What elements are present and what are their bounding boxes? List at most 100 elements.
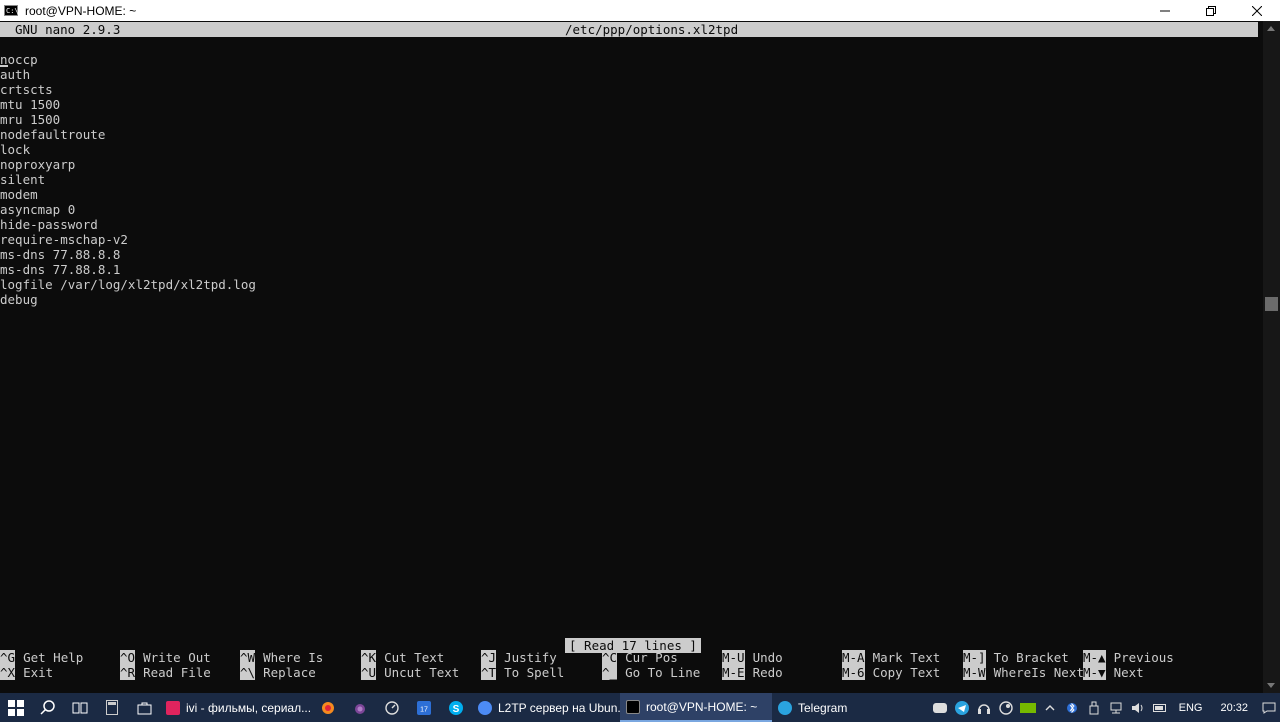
shortcut-label: Exit — [23, 665, 54, 680]
bluetooth-tray-icon[interactable] — [1061, 693, 1083, 722]
taskbar-app-telegram[interactable]: Telegram — [772, 693, 882, 722]
terminal-app-icon — [626, 699, 640, 714]
shortcut-label: Next — [1113, 665, 1144, 680]
nano-header-bar: GNU nano 2.9.3 /etc/ppp/options.xl2tpd — [0, 22, 1258, 37]
maximize-button[interactable] — [1188, 0, 1234, 21]
file-line[interactable]: ms-dns 77.88.8.8 — [0, 247, 256, 262]
speedometer-icon — [385, 700, 399, 715]
shortcut-item: M-▲ Previous — [1083, 650, 1174, 665]
store-bag-icon — [137, 702, 151, 714]
shortcut-item: ^C Cur Pos — [602, 650, 678, 665]
file-line[interactable]: nodefaultroute — [0, 127, 256, 142]
nano-shortcut-bar: ^G Get Help ^O Write Out ^W Where Is ^K Cut Tex… — [0, 650, 1263, 683]
file-line[interactable]: logfile /var/log/xl2tpd/xl2tpd.log — [0, 277, 256, 292]
nano-version: GNU nano 2.9.3 — [15, 22, 121, 37]
shortcut-key: M-U — [722, 650, 745, 665]
shortcut-item: ^R Read File — [120, 665, 211, 680]
usb-device-tray-icon[interactable] — [1083, 693, 1105, 722]
file-line[interactable]: debug — [0, 292, 256, 307]
shortcut-item: ^O Write Out — [120, 650, 211, 665]
vertical-scrollbar[interactable] — [1263, 21, 1280, 693]
minimize-button[interactable] — [1142, 0, 1188, 21]
notifications-icon[interactable] — [1258, 693, 1280, 722]
svg-text:17: 17 — [420, 706, 428, 713]
shortcut-key: ^R — [120, 665, 136, 680]
shortcut-label: Get Help — [23, 650, 84, 665]
volume-tray-icon[interactable] — [1127, 693, 1149, 722]
telegram-tray-icon[interactable] — [951, 693, 973, 722]
start-button[interactable] — [0, 693, 32, 722]
file-line[interactable]: modem — [0, 187, 256, 202]
file-line[interactable]: noproxyarp — [0, 157, 256, 172]
shortcut-key: ^J — [481, 650, 497, 665]
file-line[interactable]: auth — [0, 67, 256, 82]
scroll-down-arrow-icon[interactable] — [1267, 683, 1275, 688]
shortcut-label: Cut Text — [384, 650, 445, 665]
scroll-up-arrow-icon[interactable] — [1267, 26, 1275, 31]
terminal-app-icon: C:\. — [4, 5, 23, 16]
scrollbar-thumb[interactable] — [1265, 297, 1278, 311]
taskbar-app-chrome[interactable]: L2TP сервер на Ubun... — [472, 693, 620, 722]
headset-tray-icon[interactable] — [973, 693, 995, 722]
shortcut-key: M-6 — [842, 665, 865, 680]
shortcut-item: ^X Exit — [0, 665, 53, 680]
search-icon — [40, 699, 55, 715]
task-view-icon — [72, 702, 88, 713]
shortcut-key: ^O — [120, 650, 136, 665]
taskbar-clock[interactable]: 20:32 — [1210, 702, 1258, 714]
nvidia-tray-icon[interactable] — [1017, 693, 1039, 722]
chrome-icon — [478, 700, 492, 715]
shortcut-label: Cur Pos — [625, 650, 678, 665]
window-title-bar[interactable]: C:\. root@VPN-HOME: ~ — [0, 0, 1280, 21]
file-line[interactable]: mtu 1500 — [0, 97, 256, 112]
calculator-taskbar-button[interactable] — [96, 693, 128, 722]
close-button[interactable] — [1234, 0, 1280, 21]
chevron-up-icon[interactable] — [1039, 693, 1061, 722]
firefox-taskbar-button[interactable] — [312, 693, 344, 722]
file-line[interactable]: silent — [0, 172, 256, 187]
file-line[interactable]: hide-password — [0, 217, 256, 232]
skype-taskbar-button[interactable]: S — [440, 693, 472, 722]
network-tray-icon[interactable] — [1105, 693, 1127, 722]
file-line[interactable]: noccp — [0, 52, 256, 67]
file-line[interactable]: require-mschap-v2 — [0, 232, 256, 247]
shortcut-label: WhereIs Next — [993, 665, 1084, 680]
steam-tray-icon[interactable] — [995, 693, 1017, 722]
speedometer-taskbar-button[interactable] — [376, 693, 408, 722]
terminal-area[interactable]: GNU nano 2.9.3 /etc/ppp/options.xl2tpd n… — [0, 21, 1263, 693]
telegram-icon — [778, 700, 792, 715]
shortcut-label: To Bracket — [993, 650, 1069, 665]
calendar-taskbar-button[interactable]: 17 — [408, 693, 440, 722]
shortcut-key: M-] — [963, 650, 986, 665]
tor-taskbar-button[interactable] — [344, 693, 376, 722]
shortcut-key: ^_ — [602, 665, 618, 680]
shortcut-key: M-A — [842, 650, 865, 665]
search-button[interactable] — [32, 693, 64, 722]
shortcut-label: Copy Text — [872, 665, 941, 680]
shortcut-item: M-W WhereIs Next — [963, 665, 1084, 680]
shortcut-key: M-W — [963, 665, 986, 680]
shortcut-label: Previous — [1113, 650, 1174, 665]
file-line[interactable]: mru 1500 — [0, 112, 256, 127]
file-line[interactable]: crtscts — [0, 82, 256, 97]
store-taskbar-button[interactable] — [128, 693, 160, 722]
file-line[interactable]: lock — [0, 142, 256, 157]
shortcut-key: ^\ — [240, 665, 256, 680]
taskbar-app-ivi[interactable]: ivi - фильмы, сериал... — [160, 693, 312, 722]
shortcut-label: Go To Line — [625, 665, 701, 680]
input-language[interactable]: ENG — [1171, 702, 1211, 714]
task-view-button[interactable] — [64, 693, 96, 722]
close-icon — [1252, 5, 1262, 16]
shortcut-key: ^X — [0, 665, 16, 680]
shortcut-item: ^J Justify — [481, 650, 557, 665]
file-content[interactable]: noccp auth crtscts mtu 1500 mru 1500 nodefaul… — [0, 52, 256, 307]
svg-text:S: S — [453, 704, 460, 715]
shortcut-key: M-E — [722, 665, 745, 680]
battery-tray-icon[interactable] — [1149, 693, 1171, 722]
shortcut-item: ^\ Replace — [240, 665, 316, 680]
taskbar-app-terminal[interactable]: root@VPN-HOME: ~ — [620, 693, 772, 722]
file-line[interactable]: asyncmap 0 — [0, 202, 256, 217]
discord-tray-icon[interactable] — [929, 693, 951, 722]
file-line[interactable]: ms-dns 77.88.8.1 — [0, 262, 256, 277]
text-cursor — [0, 54, 8, 67]
